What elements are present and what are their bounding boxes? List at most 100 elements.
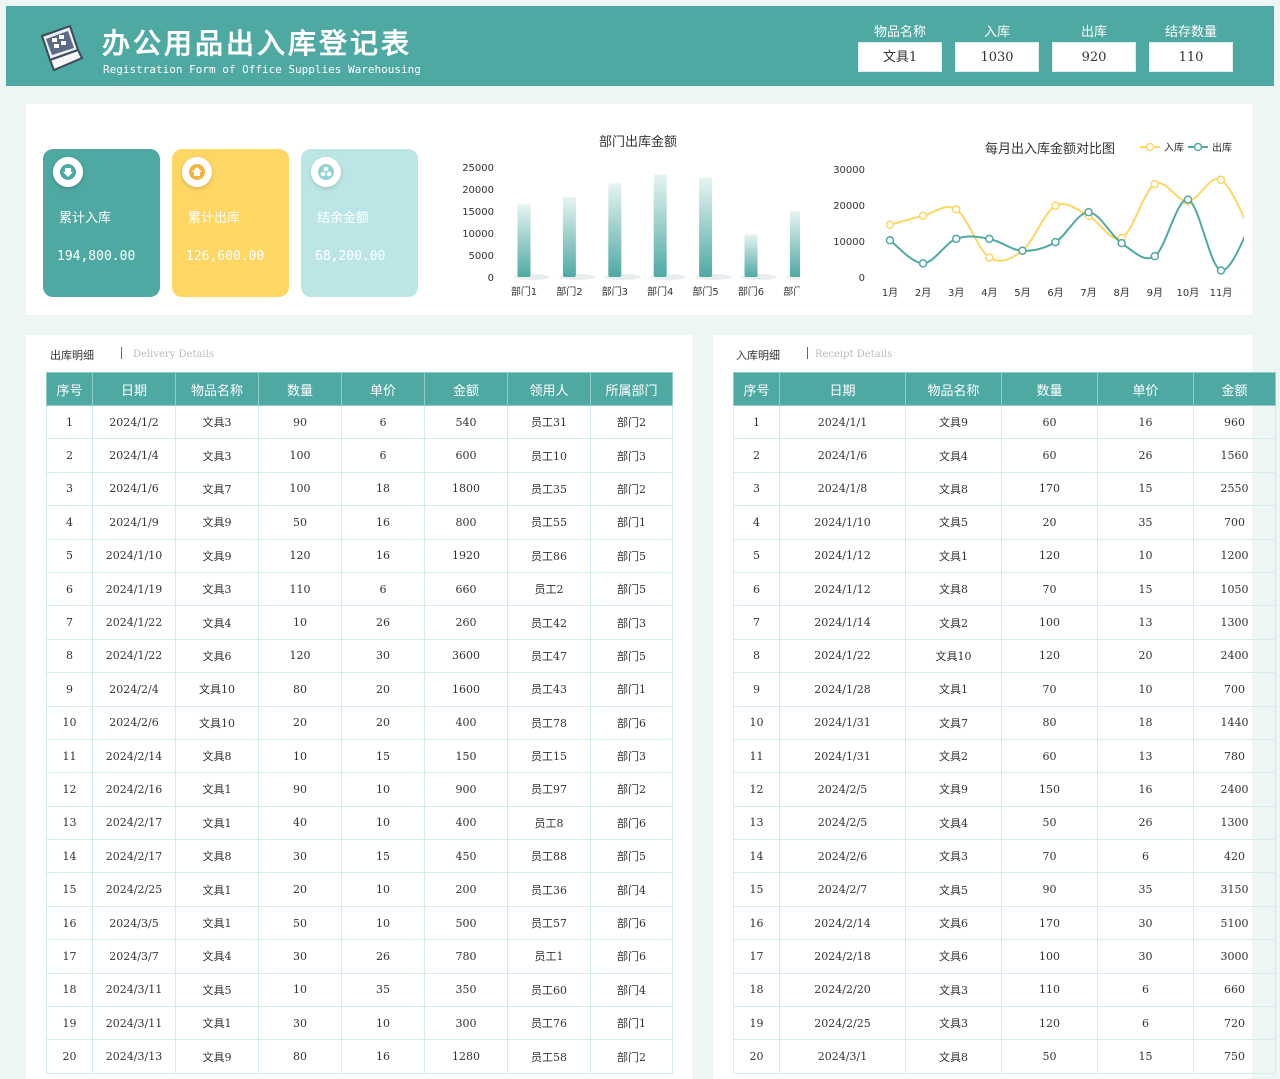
table-cell[interactable]: 部门2 bbox=[590, 772, 673, 807]
table-row[interactable]: 2 2024/1/4 文具3 100 6 600 员工10 部门3 bbox=[46, 438, 673, 473]
table-cell[interactable]: 2024/1/31 bbox=[779, 705, 906, 740]
table-cell[interactable]: 110 bbox=[1001, 972, 1098, 1008]
table-cell[interactable]: 6 bbox=[1097, 1006, 1194, 1041]
table-cell[interactable]: 文具9 bbox=[905, 772, 1002, 807]
table-cell[interactable]: 4 bbox=[733, 505, 780, 540]
table-cell[interactable]: 文具3 bbox=[175, 438, 259, 473]
table-cell[interactable]: 文具1 bbox=[175, 905, 259, 941]
table-cell[interactable]: 文具7 bbox=[175, 471, 259, 507]
table-cell[interactable]: 20 bbox=[46, 1039, 93, 1074]
table-cell[interactable]: 文具1 bbox=[175, 805, 259, 841]
table-cell[interactable]: 20 bbox=[341, 705, 425, 740]
table-cell[interactable]: 部门3 bbox=[590, 605, 673, 640]
table-cell[interactable]: 文具1 bbox=[905, 538, 1002, 573]
table-cell[interactable]: 部门6 bbox=[590, 939, 673, 974]
table-row[interactable]: 19 2024/2/25 文具3 120 6 720 bbox=[733, 1006, 1276, 1041]
table-cell[interactable]: 文具5 bbox=[905, 505, 1002, 540]
table-cell[interactable]: 13 bbox=[1097, 605, 1194, 640]
table-cell[interactable]: 50 bbox=[258, 905, 342, 941]
table-cell[interactable]: 员工42 bbox=[507, 605, 591, 640]
table-cell[interactable]: 文具3 bbox=[175, 404, 259, 440]
table-cell[interactable]: 60 bbox=[1001, 438, 1098, 473]
table-cell[interactable]: 90 bbox=[258, 404, 342, 440]
table-cell[interactable]: 35 bbox=[1097, 872, 1194, 907]
table-cell[interactable]: 2024/2/16 bbox=[92, 772, 176, 807]
table-cell[interactable]: 16 bbox=[341, 1039, 425, 1074]
table-cell[interactable]: 2024/2/17 bbox=[92, 805, 176, 841]
table-row[interactable]: 13 2024/2/17 文具1 40 10 400 员工8 部门6 bbox=[46, 805, 673, 841]
table-row[interactable]: 10 2024/1/31 文具7 80 18 1440 bbox=[733, 705, 1276, 740]
table-cell[interactable]: 2024/2/5 bbox=[779, 805, 906, 841]
table-cell[interactable]: 2024/1/6 bbox=[779, 438, 906, 473]
table-cell[interactable]: 员工10 bbox=[507, 438, 591, 473]
table-cell[interactable]: 9 bbox=[733, 672, 780, 707]
table-cell[interactable]: 1440 bbox=[1193, 705, 1276, 740]
table-cell[interactable]: 30 bbox=[258, 839, 342, 874]
table-cell[interactable]: 2024/2/6 bbox=[779, 839, 906, 874]
table-cell[interactable]: 员工43 bbox=[507, 672, 591, 707]
table-cell[interactable]: 员工35 bbox=[507, 471, 591, 507]
table-cell[interactable]: 120 bbox=[1001, 638, 1098, 674]
table-row[interactable]: 2 2024/1/6 文具4 60 26 1560 bbox=[733, 438, 1276, 473]
table-cell[interactable]: 3600 bbox=[424, 638, 508, 674]
table-cell[interactable]: 50 bbox=[1001, 805, 1098, 841]
table-cell[interactable]: 15 bbox=[733, 872, 780, 907]
table-cell[interactable]: 3 bbox=[46, 471, 93, 507]
table-cell[interactable]: 3000 bbox=[1193, 939, 1276, 974]
table-cell[interactable]: 12 bbox=[46, 772, 93, 807]
table-cell[interactable]: 2024/1/31 bbox=[779, 738, 906, 774]
table-cell[interactable]: 660 bbox=[1193, 972, 1276, 1008]
table-cell[interactable]: 2024/2/14 bbox=[779, 905, 906, 941]
table-cell[interactable]: 16 bbox=[341, 505, 425, 540]
table-cell[interactable]: 18 bbox=[46, 972, 93, 1008]
table-cell[interactable]: 部门1 bbox=[590, 672, 673, 707]
table-cell[interactable]: 20 bbox=[258, 872, 342, 907]
table-cell[interactable]: 3150 bbox=[1193, 872, 1276, 907]
table-cell[interactable]: 780 bbox=[1193, 738, 1276, 774]
table-cell[interactable]: 2024/3/5 bbox=[92, 905, 176, 941]
table-cell[interactable]: 部门5 bbox=[590, 571, 673, 607]
table-cell[interactable]: 2024/2/25 bbox=[92, 872, 176, 907]
table-cell[interactable]: 文具5 bbox=[175, 972, 259, 1008]
table-cell[interactable]: 2024/1/14 bbox=[779, 605, 906, 640]
table-cell[interactable]: 30 bbox=[1097, 939, 1194, 974]
table-cell[interactable]: 16 bbox=[341, 538, 425, 573]
table-cell[interactable]: 文具9 bbox=[905, 404, 1002, 440]
table-cell[interactable]: 400 bbox=[424, 805, 508, 841]
table-row[interactable]: 13 2024/2/5 文具4 50 26 1300 bbox=[733, 805, 1276, 841]
table-cell[interactable]: 12 bbox=[733, 772, 780, 807]
table-cell[interactable]: 部门5 bbox=[590, 638, 673, 674]
table-cell[interactable]: 文具3 bbox=[905, 972, 1002, 1008]
table-cell[interactable]: 文具4 bbox=[175, 939, 259, 974]
item-name-value[interactable]: 文具1 bbox=[858, 42, 942, 72]
table-cell[interactable]: 员工55 bbox=[507, 505, 591, 540]
table-cell[interactable]: 750 bbox=[1193, 1039, 1276, 1074]
table-cell[interactable]: 19 bbox=[46, 1006, 93, 1041]
table-cell[interactable]: 文具4 bbox=[905, 438, 1002, 473]
table-cell[interactable]: 100 bbox=[1001, 939, 1098, 974]
table-cell[interactable]: 员工58 bbox=[507, 1039, 591, 1074]
table-row[interactable]: 18 2024/3/11 文具5 10 35 350 员工60 部门4 bbox=[46, 972, 673, 1008]
table-row[interactable]: 4 2024/1/10 文具5 20 35 700 bbox=[733, 505, 1276, 540]
table-cell[interactable]: 13 bbox=[1097, 738, 1194, 774]
table-row[interactable]: 12 2024/2/16 文具1 90 10 900 员工97 部门2 bbox=[46, 772, 673, 807]
table-cell[interactable]: 文具2 bbox=[905, 605, 1002, 640]
table-cell[interactable]: 员工78 bbox=[507, 705, 591, 740]
table-cell[interactable]: 文具6 bbox=[905, 905, 1002, 941]
table-row[interactable]: 14 2024/2/17 文具8 30 15 450 员工88 部门5 bbox=[46, 839, 673, 874]
table-cell[interactable]: 10 bbox=[1097, 538, 1194, 573]
table-cell[interactable]: 部门2 bbox=[590, 471, 673, 507]
table-cell[interactable]: 部门4 bbox=[590, 872, 673, 907]
table-cell[interactable]: 员工88 bbox=[507, 839, 591, 874]
table-row[interactable]: 3 2024/1/6 文具7 100 18 1800 员工35 部门2 bbox=[46, 471, 673, 507]
table-cell[interactable]: 2024/1/10 bbox=[779, 505, 906, 540]
table-cell[interactable]: 11 bbox=[733, 738, 780, 774]
table-cell[interactable]: 80 bbox=[1001, 705, 1098, 740]
table-cell[interactable]: 7 bbox=[46, 605, 93, 640]
table-cell[interactable]: 50 bbox=[258, 505, 342, 540]
table-cell[interactable]: 16 bbox=[1097, 404, 1194, 440]
table-cell[interactable]: 10 bbox=[341, 805, 425, 841]
table-cell[interactable]: 35 bbox=[341, 972, 425, 1008]
table-cell[interactable]: 1 bbox=[733, 404, 780, 440]
table-cell[interactable]: 26 bbox=[341, 939, 425, 974]
